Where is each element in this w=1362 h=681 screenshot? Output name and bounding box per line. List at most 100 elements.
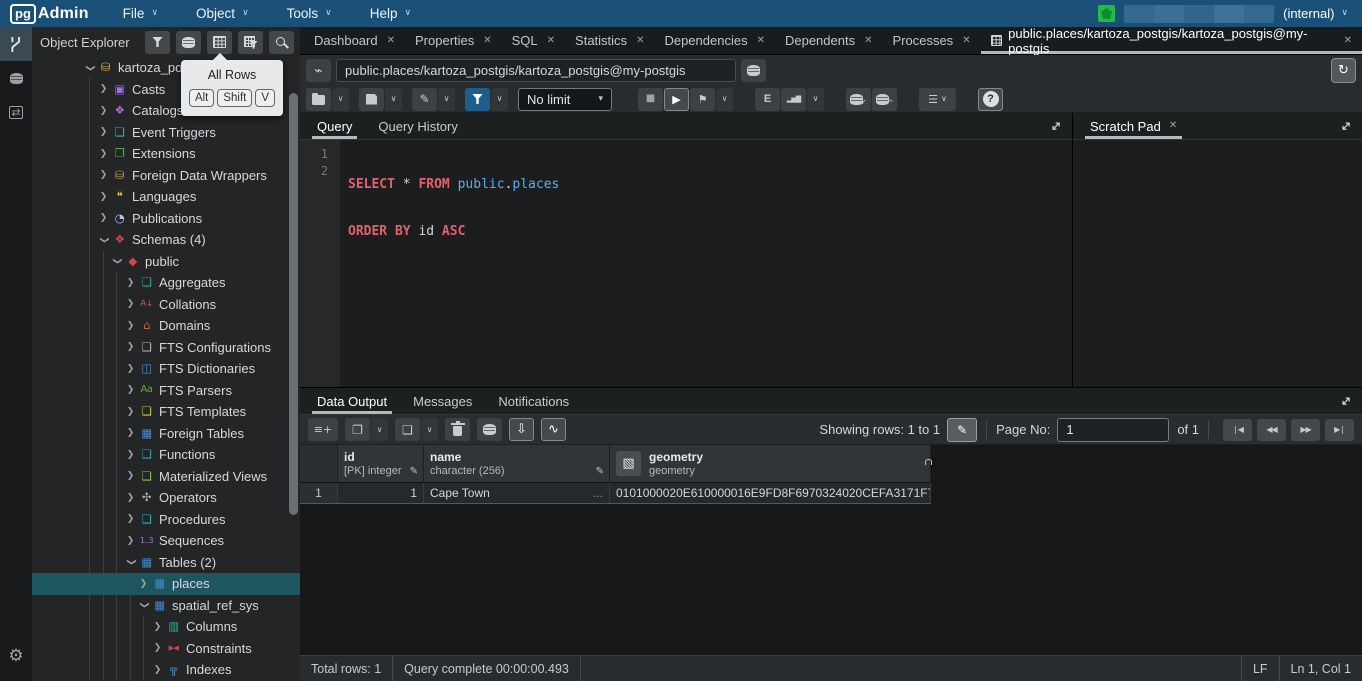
main-tab[interactable]: Properties ✕ [405,27,502,54]
editor-code[interactable]: SELECT * FROM public.places ORDER BY id … [340,140,559,387]
tree-item-fts-templates[interactable]: ❏ FTS Templates [32,401,300,423]
menu-item[interactable]: Help ∨ [370,6,411,21]
expand-chevron-icon[interactable] [96,127,111,137]
previous-page-button[interactable]: ◀◀ [1257,419,1286,441]
close-icon[interactable]: ✕ [483,36,491,46]
edit-button[interactable]: ✎ [412,88,437,111]
expand-chevron-icon[interactable] [96,170,111,180]
disconnect-button[interactable]: ⌁ [306,59,331,82]
expand-chevron-icon[interactable] [123,450,138,460]
menu-item[interactable]: Object ∨ [196,6,249,21]
expand-chevron-icon[interactable] [123,342,138,352]
tree-item-procedures[interactable]: ❏ Procedures [32,509,300,531]
cell-geometry[interactable]: 0101000020E610000016E9FD8F6970324020CEFA… [610,483,931,503]
account-area[interactable]: (internal) ∨ [1098,5,1348,23]
row-limit-select[interactable]: No limit ▾ [518,88,612,111]
explain-analyze-button[interactable]: ▂▅▇ [781,88,806,111]
commit-button[interactable]: ✓ [846,88,871,111]
tree-item-domains[interactable]: ⌂ Domains [32,315,300,337]
tree-item-fts-configurations[interactable]: ❑ FTS Configurations [32,337,300,359]
copy-menu-button[interactable]: ∨ [371,418,388,441]
macros-button[interactable]: ☰ ∨ [919,88,956,111]
expand-chevron-icon[interactable] [123,471,138,481]
menu-item[interactable]: File ∨ [123,6,158,21]
filter-button[interactable] [465,88,490,111]
graph-visualiser-button[interactable]: ∿ [541,418,566,441]
expand-chevron-icon[interactable] [150,622,165,632]
output-tab[interactable]: Data Output [312,388,392,414]
tree-item-languages[interactable]: ❝ Languages [32,186,300,208]
close-icon[interactable]: ✕ [547,36,555,46]
column-header-geometry[interactable]: ▧ geometry geometry [610,445,931,483]
close-icon[interactable]: ✕ [962,36,970,46]
filtered-rows-button[interactable] [238,31,263,54]
scratch-pad-tab[interactable]: Scratch Pad ✕ [1085,113,1182,139]
main-tab[interactable]: SQL ✕ [502,27,565,54]
open-file-menu-button[interactable]: ∨ [332,88,349,111]
row-number-header[interactable] [300,445,338,483]
save-file-menu-button[interactable]: ∨ [385,88,402,111]
settings-button[interactable]: ⚙ [0,639,32,673]
expand-chevron-icon[interactable] [123,278,138,288]
filter-button[interactable] [145,31,170,54]
execute-button[interactable]: ▶ [664,88,689,111]
expand-chevron-icon[interactable] [150,665,165,675]
expand-chevron-icon[interactable] [96,235,111,245]
row-number-cell[interactable]: 1 [300,483,338,503]
expand-chevron-icon[interactable] [96,149,111,159]
tree-item-fts-dictionaries[interactable]: ◫ FTS Dictionaries [32,358,300,380]
expand-chevron-icon[interactable] [123,493,138,503]
expand-chevron-icon[interactable] [123,407,138,417]
close-icon[interactable]: ✕ [636,36,644,46]
query-tool-button[interactable] [176,31,201,54]
expand-chevron-icon[interactable] [136,600,151,610]
tree-item-aggregates[interactable]: ❏ Aggregates [32,272,300,294]
refresh-button[interactable]: ↻ [1331,58,1356,83]
expand-chevron-icon[interactable] [96,106,111,116]
expand-chevron-icon[interactable] [123,536,138,546]
main-tab[interactable]: Processes ✕ [882,27,980,54]
tree-item-foreign-tables[interactable]: ▦ Foreign Tables [32,423,300,445]
activity-object-explorer[interactable]: ⌥ [0,27,32,61]
view-all-rows-button[interactable] [207,31,232,54]
expand-chevron-icon[interactable] [123,321,138,331]
main-tab[interactable]: Dashboard ✕ [304,27,405,54]
help-button[interactable]: ? [978,88,1003,111]
page-number-input[interactable] [1057,418,1169,442]
output-tab[interactable]: Messages [408,388,477,414]
execute-options-button[interactable]: ⚑ [690,88,715,111]
close-icon[interactable]: ✕ [757,36,765,46]
expand-chevron-icon[interactable] [96,192,111,202]
edit-rows-button[interactable]: ✎ [947,418,977,442]
close-icon[interactable]: ✕ [1169,121,1177,131]
tree-item-columns[interactable]: ▥ Columns [32,616,300,638]
explain-menu-button[interactable]: ∨ [807,88,824,111]
cell-name[interactable]: Cape Town ... [424,483,610,503]
tree-item-materialized-views[interactable]: ❏ Materialized Views [32,466,300,488]
expand-chevron-icon[interactable] [136,579,151,589]
tree-item-event-triggers[interactable]: ❏ Event Triggers [32,122,300,144]
paste-button[interactable]: ❑ [395,418,420,441]
tree-item-fts-parsers[interactable]: Aa FTS Parsers [32,380,300,402]
tree-item-places[interactable]: ▦ places [32,573,300,595]
main-tab[interactable]: Dependents ✕ [775,27,883,54]
expand-chevron-icon[interactable] [150,643,165,653]
cell-id[interactable]: 1 [338,483,424,503]
expand-chevron-icon[interactable] [96,84,111,94]
expand-chevron-icon[interactable] [82,63,97,73]
first-page-button[interactable]: ❘◀ [1223,419,1252,441]
next-page-button[interactable]: ▶▶ [1291,419,1320,441]
expand-chevron-icon[interactable] [123,385,138,395]
main-tab[interactable]: public.places/kartoza_postgis/kartoza_po… [981,27,1362,54]
stop-button[interactable]: ■ [638,88,663,111]
tree-item-operators[interactable]: ✣ Operators [32,487,300,509]
activity-query-tool[interactable] [0,61,32,95]
search-button[interactable] [269,31,294,54]
eol-indicator[interactable]: LF [1241,656,1279,681]
connection-field[interactable]: public.places/kartoza_postgis/kartoza_po… [336,59,736,82]
close-icon[interactable]: ✕ [1344,36,1352,46]
close-icon[interactable]: ✕ [864,36,872,46]
filter-menu-button[interactable]: ∨ [491,88,508,111]
paste-menu-button[interactable]: ∨ [421,418,438,441]
expand-chevron-icon[interactable] [109,256,124,266]
